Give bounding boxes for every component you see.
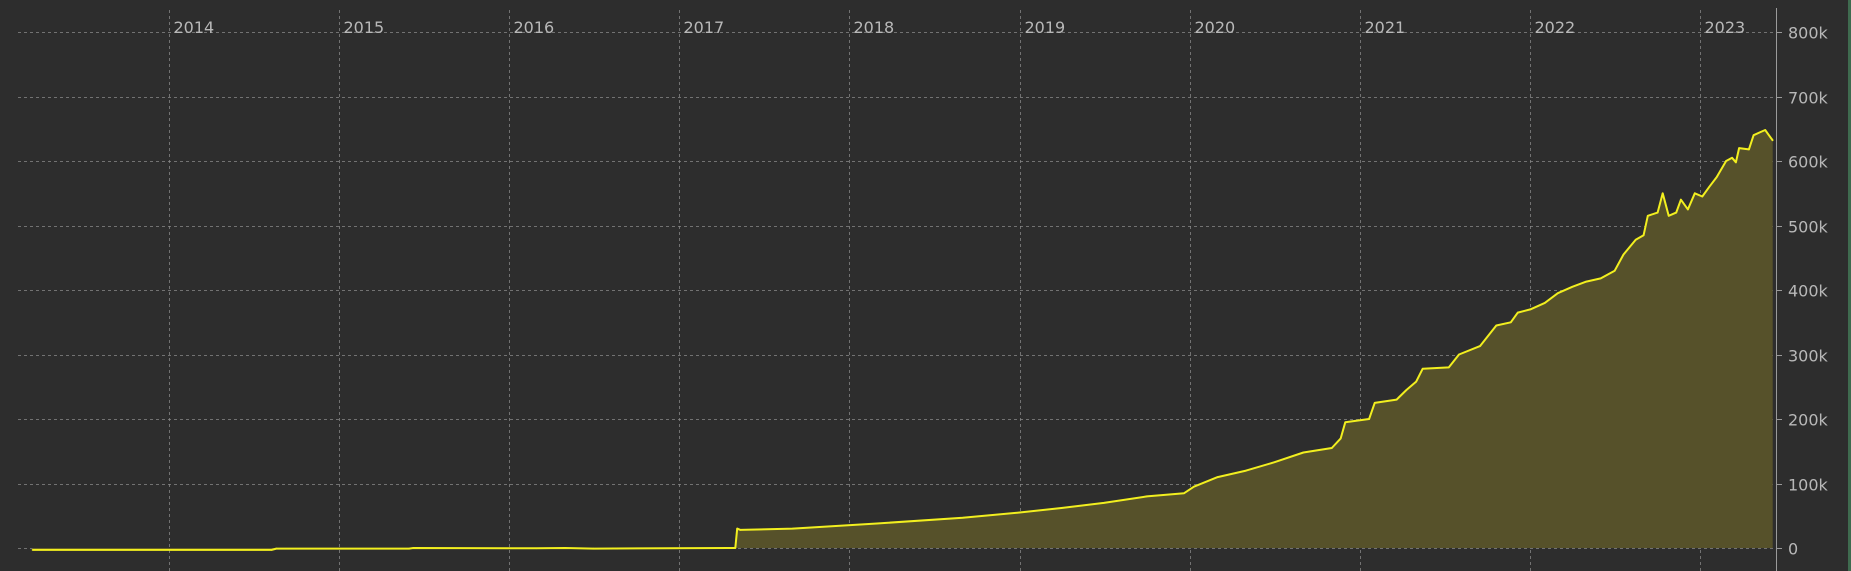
data-point xyxy=(1146,495,1148,498)
data-point xyxy=(1738,147,1740,149)
data-point xyxy=(1764,129,1766,131)
data-point xyxy=(1448,366,1450,369)
y-tick-label: 700k xyxy=(1788,89,1829,108)
data-point xyxy=(1479,345,1481,347)
area-chart: 0 100k 200k 300k 400k 500k 600k 700k 800k 2014 201… xyxy=(0,0,1851,571)
y-tick-label: 200k xyxy=(1788,411,1829,430)
y-tick-label: 500k xyxy=(1788,218,1829,237)
data-point xyxy=(408,547,410,550)
data-point xyxy=(1183,492,1185,495)
data-point xyxy=(275,547,278,550)
data-point xyxy=(1694,192,1696,195)
data-point xyxy=(1771,139,1774,142)
data-point xyxy=(739,529,742,531)
data-point xyxy=(1622,253,1625,256)
x-tick-label: 2023 xyxy=(1705,18,1746,37)
data-point xyxy=(1759,131,1762,133)
data-point xyxy=(1667,215,1670,217)
data-point xyxy=(1752,134,1755,136)
data-point xyxy=(1103,502,1105,504)
data-point xyxy=(1680,198,1682,201)
data-point xyxy=(1415,380,1417,383)
data-point xyxy=(1571,286,1574,288)
data-point xyxy=(1656,211,1659,214)
y-tick-label: 100k xyxy=(1788,476,1829,495)
data-point xyxy=(1273,461,1276,464)
data-point xyxy=(1495,324,1498,327)
y-tick-label: 0 xyxy=(1788,540,1798,559)
data-point xyxy=(1302,451,1305,454)
data-point xyxy=(1018,511,1021,514)
x-tick-label: 2019 xyxy=(1025,18,1066,37)
data-point xyxy=(1715,176,1718,178)
data-point xyxy=(1748,148,1750,151)
data-point xyxy=(1701,195,1704,198)
data-point xyxy=(1395,398,1398,401)
data-point xyxy=(1687,208,1689,211)
x-tick-label: 2018 xyxy=(854,18,895,37)
data-point xyxy=(1368,418,1370,420)
data-point xyxy=(412,547,415,549)
data-point xyxy=(876,522,878,525)
y-tick-label: 600k xyxy=(1788,153,1829,172)
data-point xyxy=(791,527,794,530)
data-point xyxy=(1599,277,1602,280)
data-point xyxy=(1216,476,1219,478)
data-point xyxy=(1642,234,1645,236)
data-point xyxy=(1725,160,1727,162)
data-point xyxy=(1661,192,1664,195)
x-tick-label: 2017 xyxy=(684,18,725,37)
data-point xyxy=(564,547,566,549)
data-point xyxy=(1735,161,1737,164)
y-tick-label: 400k xyxy=(1788,282,1829,301)
data-point xyxy=(31,549,34,551)
data-point xyxy=(592,547,595,550)
data-point xyxy=(1339,437,1342,440)
x-tick-label: 2022 xyxy=(1535,18,1576,37)
data-point xyxy=(1634,238,1637,241)
x-tick-label: 2021 xyxy=(1365,18,1406,37)
data-point xyxy=(1731,157,1733,159)
data-point xyxy=(1458,353,1460,356)
data-point xyxy=(1557,292,1559,295)
data-point xyxy=(1768,134,1770,136)
data-point xyxy=(1647,215,1649,217)
data-point xyxy=(536,547,538,550)
data-point xyxy=(1675,211,1677,214)
y-tick-label: 300k xyxy=(1788,347,1829,366)
data-point xyxy=(1708,186,1711,188)
data-point xyxy=(1544,302,1546,304)
x-tick-label: 2020 xyxy=(1195,18,1236,37)
data-point xyxy=(1373,402,1376,404)
data-point xyxy=(270,549,273,551)
data-point xyxy=(734,547,737,549)
data-point xyxy=(1060,507,1063,509)
data-point xyxy=(1613,269,1616,272)
data-point xyxy=(1331,447,1333,449)
data-point xyxy=(1510,321,1512,324)
x-tick-label: 2014 xyxy=(174,18,215,37)
data-point xyxy=(727,547,729,549)
data-point xyxy=(961,516,964,519)
data-point xyxy=(1585,280,1588,283)
x-tick-label: 2015 xyxy=(344,18,385,37)
data-point xyxy=(1245,469,1247,472)
data-point xyxy=(1193,485,1195,488)
data-point xyxy=(1405,389,1408,391)
data-point xyxy=(1517,311,1519,314)
data-point xyxy=(736,527,738,530)
data-point xyxy=(1421,367,1424,370)
y-tick-label: 800k xyxy=(1788,24,1829,43)
data-point xyxy=(1344,421,1347,424)
chart-root: 0 100k 200k 300k 400k 500k 600k 700k 800k 2014 201… xyxy=(0,0,1851,571)
x-tick-label: 2016 xyxy=(514,18,555,37)
data-point xyxy=(1529,308,1532,311)
